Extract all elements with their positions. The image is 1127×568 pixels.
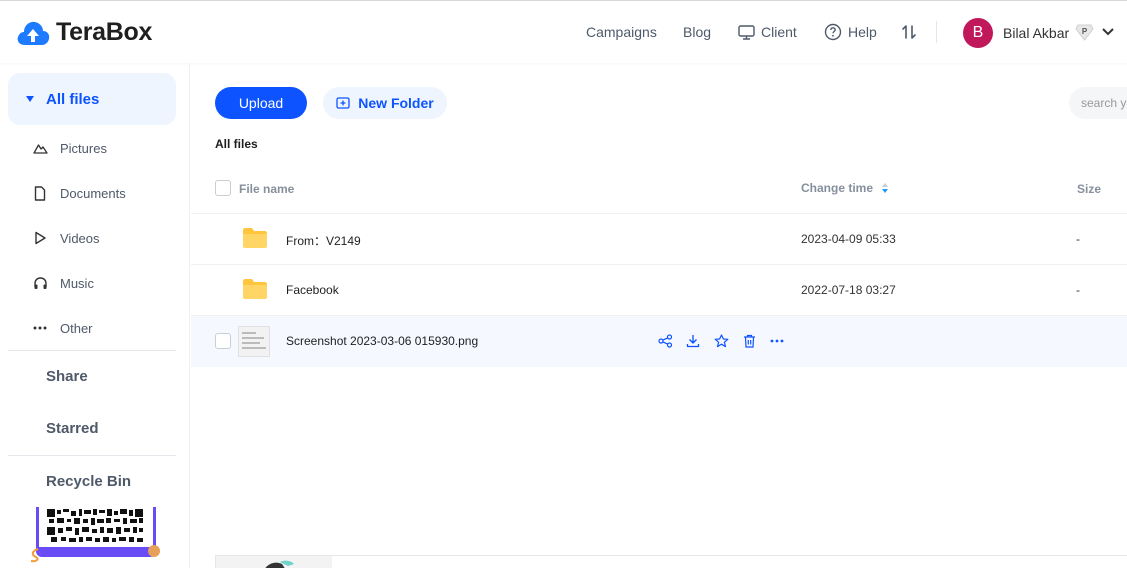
nav-client-label: Client bbox=[761, 24, 797, 40]
column-header-name[interactable]: File name bbox=[239, 182, 294, 196]
file-name[interactable]: Facebook bbox=[286, 283, 339, 297]
mountain-icon bbox=[32, 144, 48, 154]
search-placeholder: search y bbox=[1081, 96, 1127, 110]
sidebar: All files Pictures Documents Videos Musi… bbox=[0, 63, 190, 568]
sidebar-item-starred[interactable]: Starred bbox=[46, 420, 99, 437]
play-icon bbox=[35, 231, 46, 245]
headphones-icon bbox=[33, 277, 47, 289]
trash-icon bbox=[743, 334, 755, 348]
sidebar-item-videos[interactable]: Videos bbox=[32, 230, 100, 246]
star-icon bbox=[714, 334, 728, 348]
image-thumbnail bbox=[238, 326, 270, 357]
user-name[interactable]: Bilal Akbar bbox=[1003, 25, 1069, 41]
sidebar-item-documents-label: Documents bbox=[60, 185, 126, 201]
bottom-panel bbox=[215, 555, 1127, 568]
file-change-time: 2022-07-18 03:27 bbox=[801, 283, 896, 297]
nav-help-label: Help bbox=[848, 24, 877, 40]
column-header-change-time-label: Change time bbox=[801, 181, 874, 195]
sidebar-item-videos-label: Videos bbox=[60, 230, 100, 246]
monitor-icon bbox=[738, 24, 755, 40]
sidebar-item-pictures[interactable]: Pictures bbox=[32, 140, 107, 156]
sidebar-divider bbox=[8, 350, 176, 351]
delete-button[interactable] bbox=[741, 333, 757, 349]
share-icon bbox=[657, 334, 672, 348]
premium-badge-letter: P bbox=[1082, 27, 1088, 36]
share-button[interactable] bbox=[657, 333, 673, 349]
sidebar-item-music-label: Music bbox=[60, 275, 94, 291]
document-icon bbox=[34, 185, 46, 201]
nav-campaigns[interactable]: Campaigns bbox=[586, 1, 657, 63]
transfer-button[interactable] bbox=[901, 1, 917, 63]
avatar-initial: B bbox=[972, 24, 984, 41]
column-header-size[interactable]: Size bbox=[1077, 182, 1101, 196]
sidebar-item-all-files[interactable]: All files bbox=[8, 73, 176, 125]
folder-icon bbox=[243, 228, 267, 248]
mascot-tail-icon bbox=[30, 548, 39, 563]
file-name[interactable]: From：V2149 bbox=[286, 232, 361, 249]
media-preview-icon bbox=[265, 560, 294, 568]
more-button[interactable] bbox=[769, 333, 785, 349]
caret-down-icon bbox=[26, 96, 34, 102]
logo-text: TeraBox bbox=[56, 18, 153, 46]
download-button[interactable] bbox=[685, 333, 701, 349]
nav-client[interactable]: Client bbox=[738, 1, 797, 63]
file-size: - bbox=[1076, 232, 1080, 246]
terabox-logo-icon bbox=[17, 21, 50, 45]
sidebar-item-music[interactable]: Music bbox=[32, 275, 94, 291]
header-divider bbox=[936, 21, 937, 43]
sidebar-item-share[interactable]: Share bbox=[46, 368, 88, 385]
nav-help[interactable]: Help bbox=[824, 1, 877, 63]
table-row[interactable]: Screenshot 2023-03-06 015930.png bbox=[191, 316, 1127, 367]
download-icon bbox=[686, 335, 700, 348]
column-header-change-time[interactable]: Change time bbox=[801, 181, 889, 195]
bottom-thumbnail bbox=[216, 556, 332, 568]
nav-blog-label: Blog bbox=[683, 24, 712, 40]
file-change-time: 2023-04-09 05:33 bbox=[801, 232, 896, 246]
chevron-down-icon[interactable] bbox=[1101, 27, 1115, 37]
header: TeraBox Campaigns Blog Client Help B Bil… bbox=[0, 1, 1127, 63]
sidebar-item-other[interactable]: Other bbox=[32, 320, 93, 336]
row-actions bbox=[657, 333, 785, 349]
qr-code-promo[interactable] bbox=[36, 507, 156, 557]
sidebar-item-pictures-label: Pictures bbox=[60, 140, 107, 156]
logo[interactable]: TeraBox bbox=[16, 18, 152, 47]
star-button[interactable] bbox=[713, 333, 729, 349]
sidebar-item-recycle-bin[interactable]: Recycle Bin bbox=[46, 473, 131, 490]
sidebar-item-documents[interactable]: Documents bbox=[32, 185, 126, 201]
sidebar-divider bbox=[8, 455, 176, 456]
select-all-checkbox[interactable] bbox=[215, 180, 231, 196]
sidebar-item-other-label: Other bbox=[60, 320, 93, 336]
sidebar-item-all-files-label: All files bbox=[46, 90, 100, 108]
upload-button[interactable]: Upload bbox=[215, 87, 307, 119]
transfer-icon bbox=[902, 25, 916, 39]
add-folder-icon bbox=[336, 97, 350, 109]
sort-icon bbox=[882, 183, 889, 193]
user-name-label: Bilal Akbar bbox=[1003, 25, 1070, 41]
table-row[interactable]: Facebook 2022-07-18 03:27 - bbox=[191, 265, 1127, 316]
premium-badge-icon: P bbox=[1075, 24, 1094, 41]
folder-icon bbox=[243, 279, 267, 299]
mascot-hand-icon bbox=[148, 545, 160, 557]
row-checkbox[interactable] bbox=[215, 333, 231, 349]
more-dots-icon bbox=[770, 339, 784, 343]
file-name[interactable]: Screenshot 2023-03-06 015930.png bbox=[286, 334, 478, 348]
qr-code-icon bbox=[39, 507, 153, 554]
nav-campaigns-label: Campaigns bbox=[586, 24, 657, 40]
search-input[interactable]: search y bbox=[1069, 87, 1127, 119]
new-folder-label: New Folder bbox=[358, 95, 434, 111]
file-size: - bbox=[1076, 283, 1080, 297]
table-row[interactable]: From：V2149 2023-04-09 05:33 - bbox=[191, 214, 1127, 265]
breadcrumb[interactable]: All files bbox=[215, 137, 258, 151]
table-header: File name Change time Size bbox=[191, 164, 1127, 214]
new-folder-button[interactable]: New Folder bbox=[323, 87, 447, 119]
dots-icon bbox=[33, 326, 47, 330]
help-circle-icon bbox=[824, 23, 842, 41]
avatar[interactable]: B bbox=[963, 18, 993, 48]
nav-blog[interactable]: Blog bbox=[683, 1, 711, 63]
